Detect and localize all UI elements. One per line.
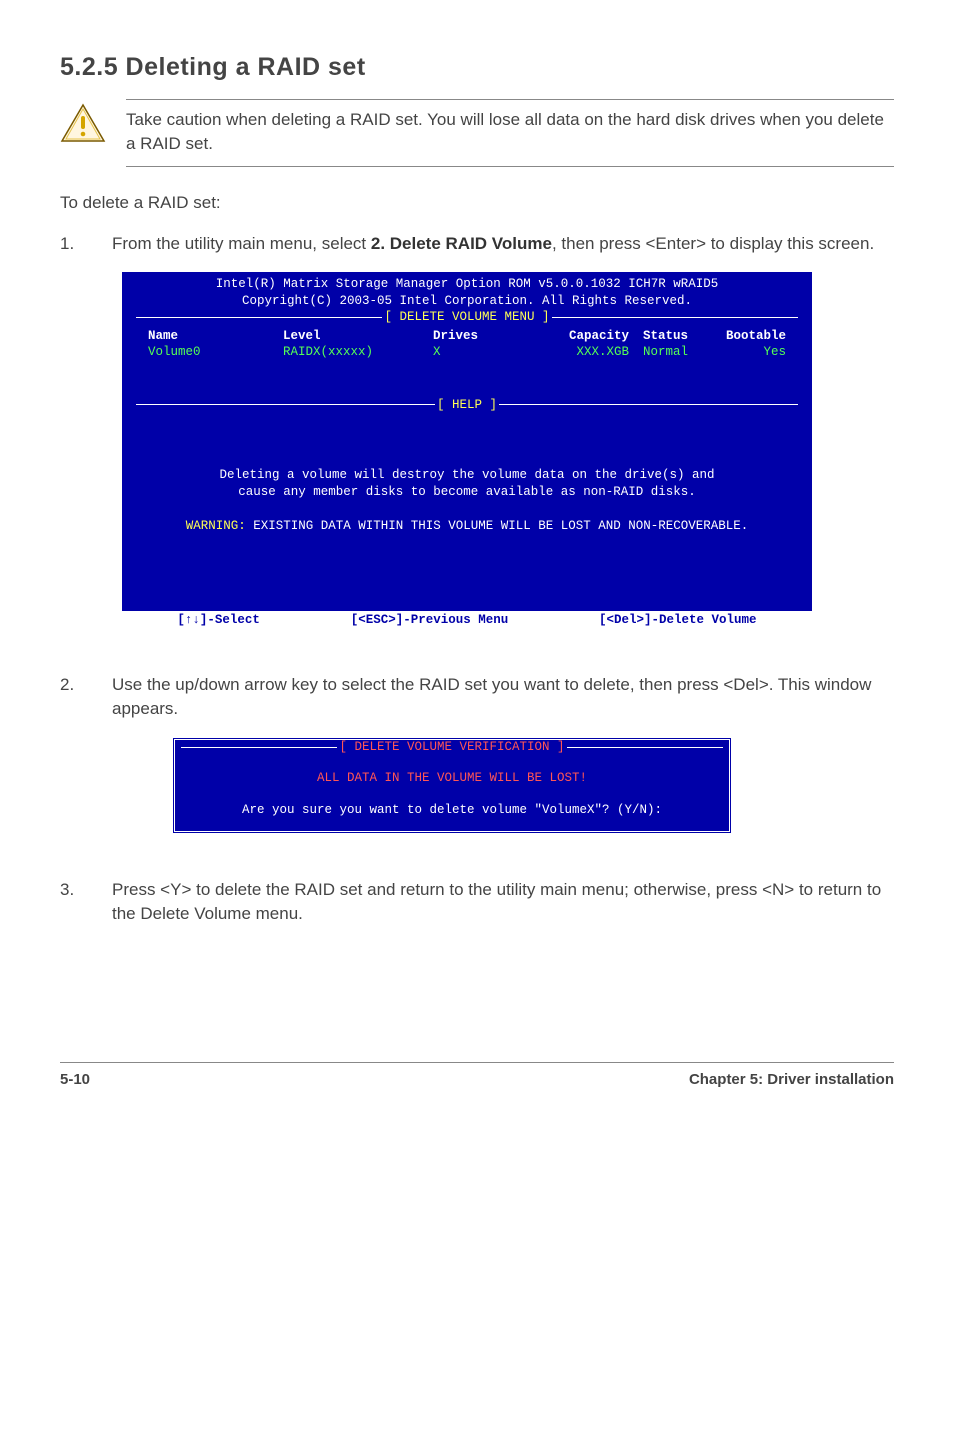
val-status: Normal (643, 344, 723, 361)
bios-help-title-rule: [ HELP ] (122, 397, 812, 414)
bios-footer: [↑↓]-Select [<ESC>]-Previous Menu [<Del>… (122, 611, 812, 630)
val-drives: X (433, 344, 538, 361)
bios-dialog-title: [ DELETE VOLUME VERIFICATION ] (337, 739, 566, 757)
step-3: 3. Press <Y> to delete the RAID set and … (60, 878, 894, 942)
step-1: 1. From the utility main menu, select 2.… (60, 232, 894, 651)
bios-help-msg-1: Deleting a volume will destroy the volum… (148, 467, 786, 484)
step-2: 2. Use the up/down arrow key to select t… (60, 673, 894, 856)
page-heading: 5.2.5 Deleting a RAID set (60, 50, 894, 85)
bios-dialog-question: Are you sure you want to delete volume "… (185, 802, 719, 820)
bios-header-1: Intel(R) Matrix Storage Manager Option R… (122, 276, 812, 293)
step-1-bold: 2. Delete RAID Volume (371, 234, 552, 253)
bios-dialog-warning: ALL DATA IN THE VOLUME WILL BE LOST! (185, 770, 719, 788)
val-level: RAIDX(xxxxx) (283, 344, 433, 361)
col-capacity: Capacity (538, 328, 643, 345)
val-name: Volume0 (148, 344, 283, 361)
bios-table-header: Name Level Drives Capacity Status Bootab… (148, 328, 786, 345)
col-status: Status (643, 328, 723, 345)
bios-delete-volume-screen: Intel(R) Matrix Storage Manager Option R… (122, 272, 812, 629)
page-number: 5-10 (60, 1069, 90, 1090)
val-capacity: XXX.XGB (538, 344, 643, 361)
step-number: 2. (60, 673, 82, 856)
warning-icon (60, 103, 106, 150)
page-footer: 5-10 Chapter 5: Driver installation (60, 1062, 894, 1090)
col-bootable: Bootable (723, 328, 786, 345)
bios-footer-prev: [<ESC>]-Previous Menu (351, 612, 509, 629)
bios-warning-line: WARNING: EXISTING DATA WITHIN THIS VOLUM… (148, 518, 786, 535)
chapter-title: Chapter 5: Driver installation (689, 1069, 894, 1090)
step-number: 3. (60, 878, 82, 942)
intro-line: To delete a RAID set: (60, 191, 894, 215)
col-name: Name (148, 328, 283, 345)
step-3-text: Press <Y> to delete the RAID set and ret… (112, 878, 894, 926)
caution-block: Take caution when deleting a RAID set. Y… (60, 99, 894, 167)
bios-menu-title-rule: [ DELETE VOLUME MENU ] (122, 309, 812, 326)
bios-delete-verification-dialog: [ DELETE VOLUME VERIFICATION ] ALL DATA … (172, 737, 732, 835)
caution-text: Take caution when deleting a RAID set. Y… (126, 108, 894, 156)
val-bootable: Yes (723, 344, 786, 361)
bios-warning-text: EXISTING DATA WITHIN THIS VOLUME WILL BE… (246, 519, 749, 533)
bios-help-msg-2: cause any member disks to become availab… (148, 484, 786, 501)
step-1-after: , then press <Enter> to display this scr… (552, 234, 874, 253)
col-drives: Drives (433, 328, 538, 345)
step-1-before: From the utility main menu, select (112, 234, 371, 253)
bios-menu-label: [ DELETE VOLUME MENU ] (382, 309, 551, 326)
step-number: 1. (60, 232, 82, 651)
bios-footer-del: [<Del>]-Delete Volume (599, 612, 757, 629)
step-1-text: From the utility main menu, select 2. De… (112, 232, 894, 256)
step-2-text: Use the up/down arrow key to select the … (112, 673, 894, 721)
bios-header-2: Copyright(C) 2003-05 Intel Corporation. … (122, 293, 812, 310)
bios-footer-select: [↑↓]-Select (177, 612, 260, 629)
bios-warning-label: WARNING: (186, 519, 246, 533)
bios-help-label: [ HELP ] (435, 397, 499, 414)
col-level: Level (283, 328, 433, 345)
bios-table-row: Volume0 RAIDX(xxxxx) X XXX.XGB Normal Ye… (148, 344, 786, 361)
